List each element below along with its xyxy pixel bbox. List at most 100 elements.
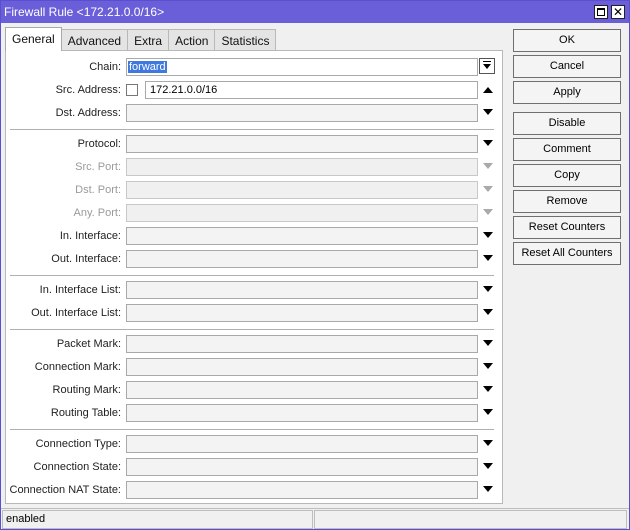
packet-mark-field[interactable] (126, 335, 478, 353)
out-interface-field[interactable] (126, 250, 478, 268)
chevron-down-icon[interactable] (483, 232, 493, 238)
in-interface-label: In. Interface: (59, 230, 121, 242)
packet-mark-label: Packet Mark: (56, 338, 121, 350)
chain-field[interactable]: forward (126, 58, 478, 76)
src-address-field[interactable]: 172.21.0.0/16 (145, 81, 478, 99)
out-interface-list-label: Out. Interface List: (31, 307, 121, 319)
src-port-label: Src. Port: (75, 161, 121, 173)
packet-mark-row: Packet Mark: (6, 335, 502, 353)
disable-button[interactable]: Disable (513, 112, 621, 135)
chevron-down-icon[interactable] (483, 163, 493, 169)
chevron-down-icon[interactable] (483, 363, 493, 369)
comment-button[interactable]: Comment (513, 138, 621, 161)
routing-table-row: Routing Table: (6, 404, 502, 422)
chevron-down-icon[interactable] (483, 486, 493, 492)
any-port-label: Any. Port: (73, 207, 121, 219)
ok-button[interactable]: OK (513, 29, 621, 52)
connection-nat-state-row: Connection NAT State: (6, 481, 502, 499)
chevron-down-icon[interactable] (483, 255, 493, 261)
chevron-down-icon[interactable] (483, 209, 493, 215)
connection-state-field[interactable] (126, 458, 478, 476)
dst-port-field[interactable] (126, 181, 478, 199)
connection-mark-row: Connection Mark: (6, 358, 502, 376)
src-address-row: Src. Address: 172.21.0.0/16 (6, 81, 502, 99)
cancel-button[interactable]: Cancel (513, 55, 621, 78)
firewall-rule-window: Firewall Rule <172.21.0.0/16> ✕ General … (0, 0, 630, 530)
chain-label: Chain: (89, 61, 121, 73)
connection-mark-label: Connection Mark: (34, 361, 121, 373)
any-port-field[interactable] (126, 204, 478, 222)
remove-button[interactable]: Remove (513, 190, 621, 213)
routing-table-field[interactable] (126, 404, 478, 422)
src-address-negate-checkbox[interactable] (126, 84, 138, 96)
status-bar: enabled (1, 508, 629, 529)
out-interface-row: Out. Interface: (6, 250, 502, 268)
out-interface-list-field[interactable] (126, 304, 478, 322)
any-port-row: Any. Port: (6, 204, 502, 222)
routing-mark-label: Routing Mark: (52, 384, 121, 396)
dst-address-row: Dst. Address: (6, 104, 502, 122)
chevron-down-icon[interactable] (483, 386, 493, 392)
divider (10, 275, 494, 276)
src-port-row: Src. Port: (6, 158, 502, 176)
routing-mark-row: Routing Mark: (6, 381, 502, 399)
chevron-down-icon[interactable] (483, 409, 493, 415)
title-bar[interactable]: Firewall Rule <172.21.0.0/16> ✕ (1, 1, 629, 23)
src-address-label: Src. Address: (55, 84, 121, 96)
chevron-down-icon[interactable] (483, 186, 493, 192)
in-interface-list-row: In. Interface List: (6, 281, 502, 299)
chevron-down-icon[interactable] (483, 463, 493, 469)
connection-type-field[interactable] (126, 435, 478, 453)
chevron-down-icon[interactable] (483, 109, 493, 115)
chevron-down-icon[interactable] (483, 309, 493, 315)
dst-address-label: Dst. Address: (55, 107, 121, 119)
routing-table-label: Routing Table: (50, 407, 121, 419)
chain-row: Chain: forward (6, 58, 502, 76)
status-state: enabled (2, 510, 313, 529)
restore-icon[interactable] (594, 5, 608, 19)
close-icon[interactable]: ✕ (611, 5, 625, 19)
chevron-down-icon[interactable] (483, 286, 493, 292)
chevron-down-icon[interactable] (483, 340, 493, 346)
chain-dropdown-button[interactable] (479, 58, 495, 74)
copy-button[interactable]: Copy (513, 164, 621, 187)
divider (10, 329, 494, 330)
chevron-down-icon[interactable] (483, 140, 493, 146)
src-port-field[interactable] (126, 158, 478, 176)
general-panel: Chain: forward Src. Address: 172.21.0.0/… (5, 50, 503, 504)
divider (10, 129, 494, 130)
protocol-row: Protocol: (6, 135, 502, 153)
in-interface-list-field[interactable] (126, 281, 478, 299)
reset-all-counters-button[interactable]: Reset All Counters (513, 242, 621, 265)
protocol-label: Protocol: (77, 138, 121, 150)
tab-advanced[interactable]: Advanced (60, 29, 129, 51)
dst-port-row: Dst. Port: (6, 181, 502, 199)
apply-button[interactable]: Apply (513, 81, 621, 104)
out-interface-list-row: Out. Interface List: (6, 304, 502, 322)
protocol-field[interactable] (126, 135, 478, 153)
collapse-up-icon[interactable] (483, 87, 493, 93)
dst-port-label: Dst. Port: (75, 184, 121, 196)
status-secondary (314, 510, 627, 529)
chevron-down-icon[interactable] (483, 440, 493, 446)
in-interface-list-label: In. Interface List: (39, 284, 121, 296)
tab-bar: General Advanced Extra Action Statistics (5, 27, 277, 51)
chain-value: forward (128, 61, 167, 73)
tab-action[interactable]: Action (168, 29, 216, 51)
connection-nat-state-label: Connection NAT State: (9, 484, 122, 496)
chevron-down-icon (483, 64, 491, 69)
reset-counters-button[interactable]: Reset Counters (513, 216, 621, 239)
connection-type-row: Connection Type: (6, 435, 502, 453)
divider (10, 429, 494, 430)
tab-extra[interactable]: Extra (127, 29, 170, 51)
tab-statistics[interactable]: Statistics (214, 29, 277, 51)
tab-general[interactable]: General (5, 27, 62, 51)
routing-mark-field[interactable] (126, 381, 478, 399)
in-interface-field[interactable] (126, 227, 478, 245)
dst-address-field[interactable] (126, 104, 478, 122)
connection-type-label: Connection Type: (35, 438, 121, 450)
out-interface-label: Out. Interface: (51, 253, 121, 265)
in-interface-row: In. Interface: (6, 227, 502, 245)
connection-nat-state-field[interactable] (126, 481, 478, 499)
connection-mark-field[interactable] (126, 358, 478, 376)
